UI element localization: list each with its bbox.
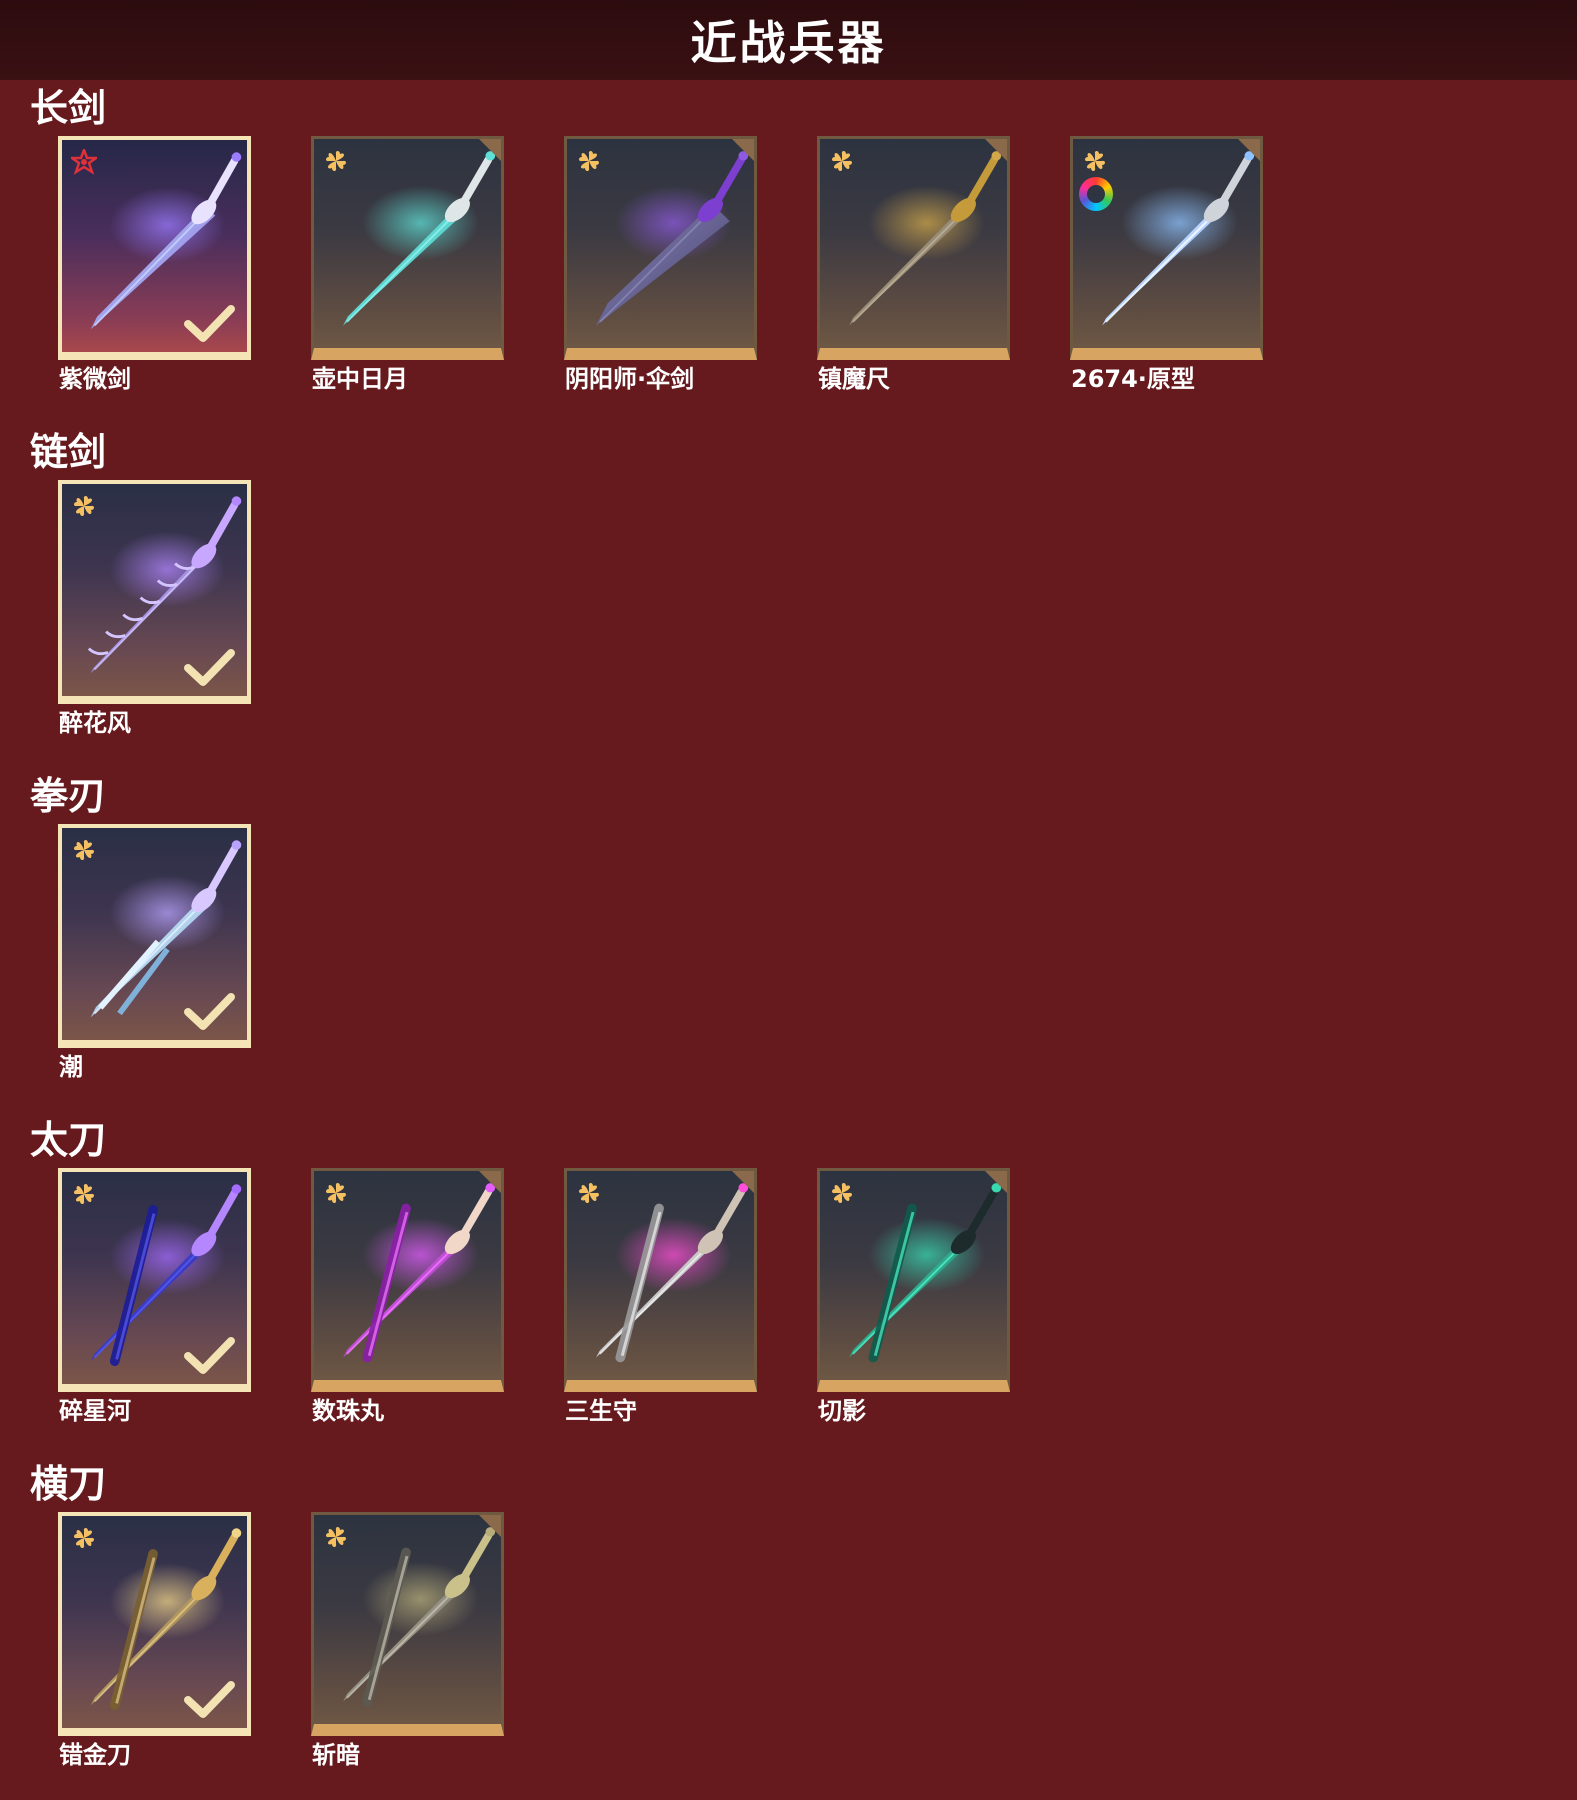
weapon-card[interactable]: 切影 [817,1168,1010,1430]
weapon-card[interactable]: 错金刀 [58,1512,251,1774]
weapon-name: 碎星河 [59,1397,131,1425]
owned-check-icon [184,1337,235,1374]
weapon-name: 潮 [59,1053,83,1081]
category-title: 拳刃 [30,774,107,818]
gold-flower-icon [74,1184,94,1204]
gold-flower-icon [579,1183,599,1203]
weapon-name: 醉花风 [59,709,131,737]
weapon-card[interactable]: 紫微剑 [58,136,251,398]
weapon-card[interactable]: 2674·原型 [1070,136,1263,398]
weapon-name: 紫微剑 [59,365,131,393]
category-title: 链剑 [30,430,107,474]
gold-flower-icon [326,1527,346,1547]
owned-check-icon [184,1681,235,1718]
category-title: 太刀 [30,1118,107,1162]
weapon-name: 错金刀 [59,1741,131,1769]
gold-flower-icon [832,1183,852,1203]
weapon-name: 镇魔尺 [818,365,890,393]
gold-flower-icon [832,151,852,171]
weapon-card[interactable]: 醉花风 [58,480,251,742]
gold-flower-icon [74,840,94,860]
weapon-thumbnail[interactable] [311,136,504,360]
weapon-name: 阴阳师·伞剑 [565,365,695,393]
page-title: 近战兵器 [690,16,887,70]
weapon-category-section: 太刀碎星河 数珠丸 三生守 切影 [0,1118,1577,1448]
weapon-thumbnail[interactable] [1070,136,1263,360]
weapon-category-section: 长剑紫微剑 壶中日月 阴阳师·伞剑 镇魔尺 2674·原型 [0,86,1577,416]
weapon-thumbnail[interactable] [817,136,1010,360]
weapon-card[interactable]: 阴阳师·伞剑 [564,136,757,398]
weapon-name: 切影 [818,1397,866,1425]
weapon-thumbnail[interactable] [58,480,251,704]
owned-check-icon [184,305,235,342]
gold-flower-icon [579,151,599,171]
weapon-name: 斩暗 [312,1741,360,1769]
owned-check-icon [184,993,235,1030]
gold-flower-icon [74,1528,94,1548]
weapon-name: 壶中日月 [312,365,408,393]
weapon-thumbnail[interactable] [58,1512,251,1736]
red-star-icon [71,149,97,175]
weapon-name: 数珠丸 [312,1397,384,1425]
weapon-card[interactable]: 潮 [58,824,251,1086]
weapon-category-section: 链剑醉花风 [0,430,1577,760]
weapon-thumbnail[interactable] [58,136,251,360]
gold-flower-icon [326,151,346,171]
page-header: 近战兵器 [0,0,1577,80]
weapon-card[interactable]: 斩暗 [311,1512,504,1774]
weapon-card[interactable]: 三生守 [564,1168,757,1430]
weapon-thumbnail[interactable] [311,1168,504,1392]
gold-flower-icon [74,496,94,516]
weapon-category-section: 横刀错金刀 斩暗 [0,1462,1577,1792]
weapon-thumbnail[interactable] [564,136,757,360]
color-ring-icon [1079,177,1113,211]
weapon-card[interactable]: 碎星河 [58,1168,251,1430]
weapon-card[interactable]: 镇魔尺 [817,136,1010,398]
weapon-thumbnail[interactable] [58,1168,251,1392]
gold-flower-icon [326,1183,346,1203]
weapon-card[interactable]: 数珠丸 [311,1168,504,1430]
category-title: 长剑 [30,86,107,130]
weapon-thumbnail[interactable] [58,824,251,1048]
weapon-name: 2674·原型 [1071,365,1195,393]
weapon-category-section: 拳刃潮 [0,774,1577,1104]
weapon-card[interactable]: 壶中日月 [311,136,504,398]
weapon-thumbnail[interactable] [311,1512,504,1736]
weapon-thumbnail[interactable] [817,1168,1010,1392]
owned-check-icon [184,649,235,686]
weapon-name: 三生守 [565,1397,637,1425]
gold-flower-icon [1085,151,1105,171]
category-title: 横刀 [30,1462,107,1506]
weapon-thumbnail[interactable] [564,1168,757,1392]
